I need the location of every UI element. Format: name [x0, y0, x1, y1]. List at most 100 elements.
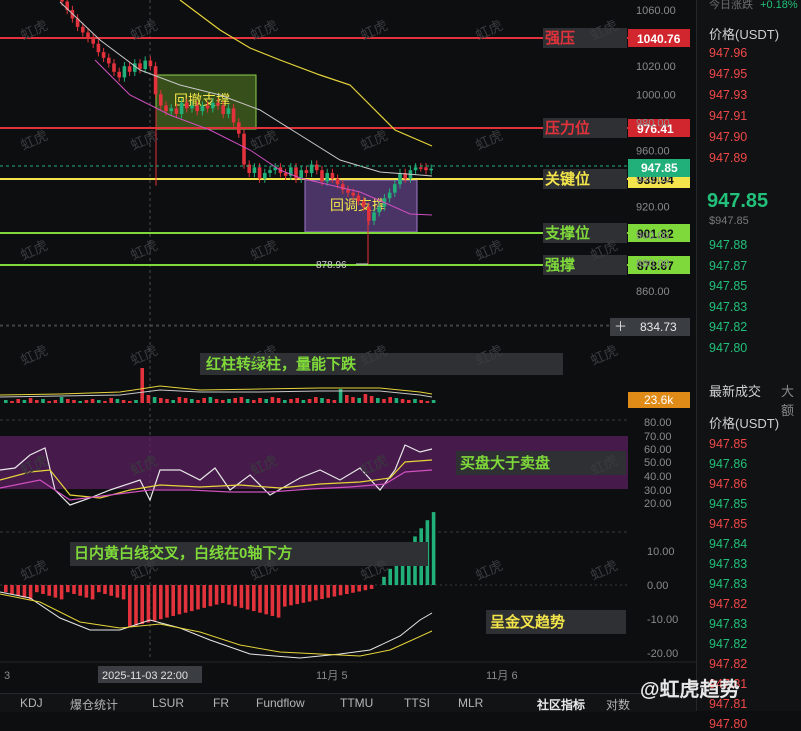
candle-body	[335, 178, 340, 185]
trade-price[interactable]: 947.85	[709, 517, 747, 531]
macd-bar	[314, 585, 318, 601]
ask-price[interactable]: 947.90	[709, 130, 747, 144]
time-label: 3	[4, 670, 10, 682]
ask-price[interactable]: 947.89	[709, 151, 747, 165]
volume-bar	[171, 400, 175, 403]
change-label: 今日涨跌	[709, 0, 753, 11]
macd-bar	[22, 585, 27, 598]
candle-body	[304, 170, 309, 173]
candle-body	[195, 105, 199, 112]
candle-body	[216, 102, 220, 106]
tab-7[interactable]: MLR	[458, 696, 483, 710]
kdj-tick: 40.00	[644, 471, 672, 483]
kdj-axis: 80.00 70.0060.0050.00 40.00 30.0020.00	[644, 417, 672, 510]
candle-body	[237, 122, 241, 134]
tab-3[interactable]: FR	[213, 696, 229, 710]
tab-2[interactable]: LSUR	[152, 696, 184, 710]
volume-annotation: 红柱转绿柱，量能下跌	[206, 355, 357, 373]
tab-0[interactable]: KDJ	[20, 696, 43, 710]
macd-bar	[152, 585, 157, 621]
trade-price[interactable]: 947.84	[709, 537, 747, 551]
low-price-marker: 878.96	[316, 260, 347, 271]
kdj-tick: 60.00	[644, 444, 672, 456]
candle-body	[424, 167, 428, 171]
trade-price[interactable]: 947.82	[709, 657, 747, 671]
macd-bar	[270, 585, 275, 616]
price-tick: 1020.00	[636, 61, 676, 73]
macd-bar	[233, 585, 237, 607]
trade-price[interactable]: 947.85	[709, 497, 747, 511]
tab-8[interactable]: 社区指标	[537, 696, 585, 713]
trade-price[interactable]: 947.83	[709, 617, 747, 631]
candle-body	[242, 133, 246, 165]
trades-title[interactable]: 最新成交	[709, 381, 761, 400]
candle-body	[127, 66, 132, 72]
price-tick: 1000.00	[636, 89, 676, 101]
bid-price[interactable]: 947.82	[709, 320, 747, 334]
trade-price[interactable]: 947.86	[709, 457, 747, 471]
macd-annotation: 日内黄白线交叉，白线在0轴下方	[74, 544, 292, 562]
trade-price[interactable]: 947.86	[709, 477, 747, 491]
crosshair-plus-icon[interactable]: ＋	[614, 319, 627, 334]
tab-4[interactable]: Fundflow	[256, 696, 305, 710]
volume-bar	[202, 398, 206, 403]
candle-body	[122, 66, 127, 78]
tab-5[interactable]: TTMU	[340, 696, 373, 710]
macd-tick: 10.00	[647, 546, 675, 558]
macd-bar	[109, 585, 113, 596]
macd-bar	[276, 585, 281, 618]
macd-bar	[252, 585, 256, 612]
bid-price[interactable]: 947.83	[709, 300, 747, 314]
bid-price[interactable]: 947.80	[709, 341, 747, 355]
tab-1[interactable]: 爆仓统计	[70, 696, 118, 713]
macd-bar	[121, 585, 126, 600]
price-tick: 900.00	[636, 230, 670, 242]
ask-price[interactable]: 947.95	[709, 67, 747, 81]
trade-price[interactable]: 947.83	[709, 557, 747, 571]
macd-bar	[128, 585, 132, 628]
trade-price[interactable]: 947.82	[709, 637, 747, 651]
macd-bar	[97, 585, 101, 593]
trade-price[interactable]: 947.83	[709, 577, 747, 591]
bid-price[interactable]: 947.87	[709, 259, 747, 273]
trade-price[interactable]: 947.80	[709, 717, 747, 731]
volume-bar	[41, 399, 45, 403]
macd-bar	[208, 585, 213, 607]
kdj-tick: 80.00	[644, 417, 672, 429]
volume-bar	[97, 400, 101, 403]
candle-body	[252, 167, 257, 173]
volume-bar	[264, 399, 268, 403]
candle-body	[174, 108, 179, 114]
level-name: 强撑	[545, 256, 575, 274]
kdj-tick: 20.00	[644, 498, 672, 510]
volume-bar	[295, 398, 299, 403]
volume-bar	[140, 368, 144, 403]
candle-body	[299, 170, 303, 179]
trades-tab-large[interactable]: 大额	[781, 381, 801, 419]
level-name: 支撑位	[544, 224, 590, 242]
bid-price[interactable]: 947.85	[709, 279, 747, 293]
tab-9[interactable]: 对数	[606, 696, 630, 713]
candle-body	[361, 201, 366, 207]
ask-price[interactable]: 947.91	[709, 109, 747, 123]
price-tick: 880.00	[636, 258, 670, 270]
bid-price[interactable]: 947.88	[709, 238, 747, 252]
volume-bar	[239, 397, 244, 403]
macd-bar	[140, 585, 144, 625]
macd-bar	[4, 585, 8, 593]
trade-price[interactable]: 947.82	[709, 597, 747, 611]
candle-body	[143, 60, 147, 70]
ask-price[interactable]: 947.93	[709, 88, 747, 102]
volume-bar	[84, 400, 89, 403]
level-name: 关键位	[545, 170, 590, 188]
chart-canvas[interactable]: 回撤支撑 回调支撑 强压 1040.76压力位 976.41关键位 939.94支撑位…	[0, 0, 801, 711]
candle-body	[372, 212, 376, 221]
macd-bar	[53, 585, 58, 598]
change-header: 今日涨跌 +0.18%	[709, 0, 798, 12]
macd-bar	[196, 585, 200, 610]
volume-bar	[214, 399, 219, 403]
candle-body	[257, 167, 262, 179]
ask-price[interactable]: 947.96	[709, 46, 747, 60]
trade-price[interactable]: 947.85	[709, 437, 747, 451]
tab-6[interactable]: TTSI	[404, 696, 430, 710]
